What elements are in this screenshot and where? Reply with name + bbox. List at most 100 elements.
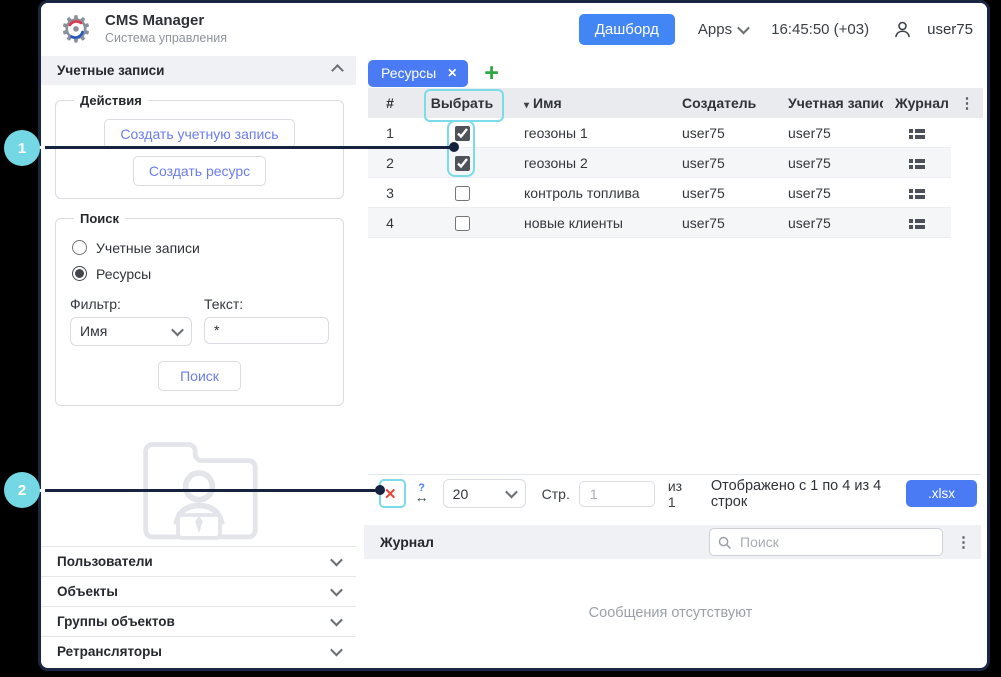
journal-search-box bbox=[709, 528, 943, 556]
chevron-down-icon bbox=[505, 486, 518, 499]
row-number: 1 bbox=[368, 118, 412, 148]
row-number: 2 bbox=[368, 148, 412, 178]
resource-name[interactable]: новые клиенты bbox=[512, 208, 670, 238]
resource-name[interactable]: геозоны 1 bbox=[512, 118, 670, 148]
column-menu-icon[interactable]: ⋮ bbox=[951, 88, 983, 118]
search-button[interactable]: Поиск bbox=[158, 361, 241, 391]
row-number: 4 bbox=[368, 208, 412, 238]
row-number: 3 bbox=[368, 178, 412, 208]
chevron-down-icon bbox=[330, 644, 343, 657]
row-menu-cell bbox=[951, 148, 983, 178]
row-checkbox[interactable] bbox=[455, 156, 470, 171]
journal-cell[interactable] bbox=[883, 208, 951, 238]
table-row: 2 геозоны 2 user75 user75 bbox=[368, 148, 983, 178]
sidebar-item-units[interactable]: Объекты bbox=[41, 576, 356, 606]
row-checkbox-cell bbox=[412, 178, 512, 208]
create-account-button[interactable]: Создать учетную запись bbox=[104, 119, 294, 149]
journal-cell[interactable] bbox=[883, 148, 951, 178]
radio-resources-label: Ресурсы bbox=[96, 266, 151, 282]
user-menu[interactable]: user75 bbox=[892, 19, 973, 40]
chevron-down-icon bbox=[737, 22, 750, 35]
journal-cell[interactable] bbox=[883, 178, 951, 208]
search-text-input[interactable] bbox=[204, 317, 329, 344]
add-tab-icon[interactable]: + bbox=[484, 63, 499, 83]
row-checkbox[interactable] bbox=[455, 216, 470, 231]
pagination-bar: ✕ ? ↔ 20 Стр. из 1 Отображено с 1 по 4 и… bbox=[368, 474, 981, 512]
annotation-dot-1 bbox=[449, 142, 459, 152]
tab-resources[interactable]: Ресурсы ✕ bbox=[368, 60, 468, 87]
row-menu-cell bbox=[951, 208, 983, 238]
sidebar-item-retranslators[interactable]: Ретрансляторы bbox=[41, 636, 356, 666]
annotation-line-2 bbox=[45, 489, 379, 492]
col-creator[interactable]: Создатель bbox=[670, 88, 776, 118]
row-checkbox-cell bbox=[412, 148, 512, 178]
col-number: # bbox=[368, 88, 412, 118]
filter-label: Фильтр: bbox=[70, 296, 192, 312]
apps-dropdown[interactable]: Apps bbox=[698, 21, 748, 38]
row-menu-cell bbox=[951, 178, 983, 208]
dashboard-button[interactable]: Дашборд bbox=[579, 14, 675, 45]
export-xlsx-button[interactable]: .xlsx bbox=[906, 480, 977, 507]
app-window: ⚙ CMS Manager Система управления Дашборд… bbox=[38, 0, 990, 671]
table-row: 4 новые клиенты user75 user75 bbox=[368, 208, 983, 238]
row-checkbox[interactable] bbox=[455, 126, 470, 141]
pages-total-label: из 1 bbox=[668, 478, 692, 510]
fit-columns-icon[interactable]: ? ↔ bbox=[415, 484, 429, 504]
clock-display: 16:45:50 (+03) bbox=[771, 21, 869, 38]
sidebar-item-unit-groups[interactable]: Группы объектов bbox=[41, 606, 356, 636]
close-tab-icon[interactable]: ✕ bbox=[447, 66, 457, 80]
search-group: Поиск Учетные записи Ресурсы Фильтр: Тек… bbox=[55, 211, 344, 406]
accounts-header-label: Учетные записи bbox=[57, 63, 164, 78]
creator-cell: user75 bbox=[670, 118, 776, 148]
account-cell: user75 bbox=[776, 208, 883, 238]
journal-cell[interactable] bbox=[883, 118, 951, 148]
sidebar-item-label: Пользователи bbox=[57, 554, 153, 569]
journal-icon bbox=[909, 128, 925, 140]
app-logo: ⚙ bbox=[57, 11, 95, 49]
logo-color-arcs bbox=[57, 11, 95, 49]
chevron-down-icon bbox=[330, 614, 343, 627]
search-legend: Поиск bbox=[74, 211, 125, 226]
row-checkbox-cell bbox=[412, 208, 512, 238]
create-resource-button[interactable]: Создать ресурс bbox=[133, 156, 266, 186]
radio-accounts-input[interactable] bbox=[72, 240, 87, 255]
app-header: ⚙ CMS Manager Система управления Дашборд… bbox=[41, 3, 987, 56]
sidebar-sections: Пользователи Объекты Группы объектов Рет… bbox=[41, 546, 356, 666]
chevron-up-icon bbox=[331, 64, 344, 77]
table-row: 1 геозоны 1 user75 user75 bbox=[368, 118, 983, 148]
page-size-value: 20 bbox=[453, 486, 469, 502]
page-label: Стр. bbox=[542, 486, 570, 502]
journal-empty-message: Сообщения отсутствуют bbox=[360, 605, 981, 621]
username-label: user75 bbox=[927, 21, 973, 38]
resource-name[interactable]: контроль топлива bbox=[512, 178, 670, 208]
radio-accounts[interactable]: Учетные записи bbox=[72, 240, 331, 256]
row-checkbox[interactable] bbox=[455, 186, 470, 201]
apps-label: Apps bbox=[698, 21, 732, 38]
journal-menu-icon[interactable]: ⋮ bbox=[956, 533, 971, 551]
col-account[interactable]: Учетная запись bbox=[776, 88, 883, 118]
sidebar-item-label: Объекты bbox=[57, 584, 118, 599]
page-number-input[interactable] bbox=[579, 481, 655, 507]
table-header-row: # Выбрать ▾Имя Создатель Учетная запись … bbox=[368, 88, 983, 118]
journal-search-input[interactable] bbox=[738, 533, 934, 551]
radio-resources[interactable]: Ресурсы bbox=[72, 266, 331, 282]
creator-cell: user75 bbox=[670, 178, 776, 208]
sort-desc-icon: ▾ bbox=[524, 100, 529, 111]
account-cell: user75 bbox=[776, 118, 883, 148]
app-subtitle: Система управления bbox=[105, 31, 227, 47]
col-name[interactable]: ▾ Имя bbox=[512, 88, 670, 118]
col-select[interactable]: Выбрать bbox=[412, 88, 512, 118]
sidebar-item-users[interactable]: Пользователи bbox=[41, 546, 356, 576]
menu-dots-icon: ⋮ bbox=[960, 95, 975, 112]
annotation-line-1 bbox=[45, 146, 451, 149]
radio-resources-input[interactable] bbox=[72, 266, 87, 281]
page-size-select[interactable]: 20 bbox=[443, 479, 526, 508]
resource-name[interactable]: геозоны 2 bbox=[512, 148, 670, 178]
col-name-label: Имя bbox=[533, 95, 562, 111]
sidebar-item-accounts[interactable]: Учетные записи bbox=[41, 56, 356, 85]
filter-select[interactable]: Имя bbox=[70, 317, 192, 346]
actions-legend: Действия bbox=[74, 93, 148, 108]
table-empty-area bbox=[360, 238, 981, 474]
annotation-dot-2 bbox=[375, 485, 385, 495]
col-journal: Журнал bbox=[883, 88, 951, 118]
